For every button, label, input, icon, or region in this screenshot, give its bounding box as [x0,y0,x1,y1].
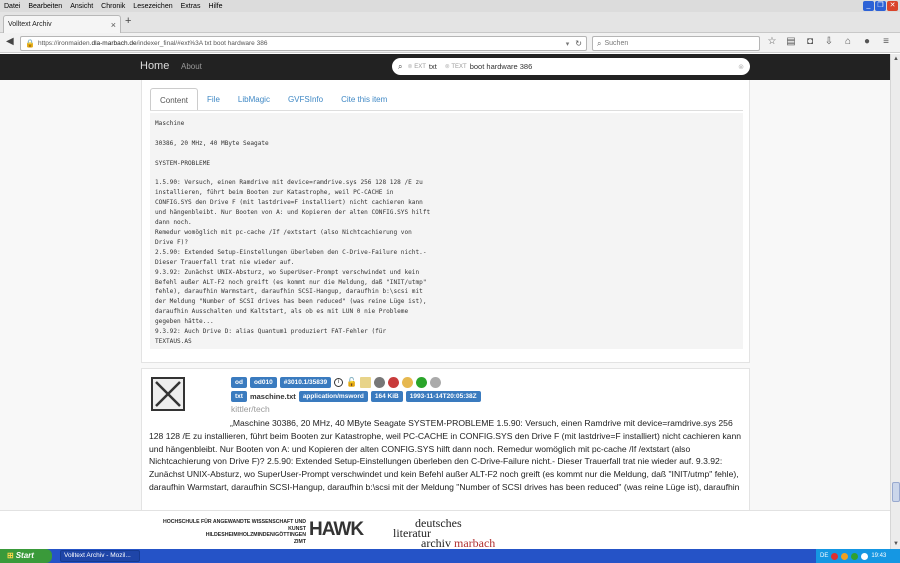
system-tray: DE 19:43 [816,549,900,563]
close-window-button[interactable]: ✕ [887,1,898,11]
scroll-up-icon[interactable]: ▲ [892,55,900,63]
hawk-text: HOCHSCHULE FÜR ANGEWANDTE WISSENSCHAFT U… [162,519,306,545]
browser-tab-title: Volltext Archiv [8,21,52,28]
menu-ansicht[interactable]: Ansicht [66,3,97,10]
menu-extras[interactable]: Extras [177,3,205,10]
minimize-button[interactable]: _ [863,1,874,11]
result-snippet: „Maschine 30386, 20 MHz, 40 MByte Seagat… [149,418,742,492]
home-icon[interactable]: ⌂ [842,36,854,47]
mime-label[interactable]: application/msword [298,391,368,402]
start-button[interactable]: ⊞ Start [0,549,52,563]
filename[interactable]: maschine.txt [250,392,296,401]
date-label[interactable]: 1993-11-14T20:05:38Z [405,391,481,402]
subcollection-label[interactable]: od010 [249,377,277,388]
type-label[interactable]: txt [231,391,247,402]
menu-datei[interactable]: Datei [0,3,24,10]
toolbar-icons: ☆ ▤ ◘ ⇩ ⌂ ● ≡ [766,36,892,47]
result-item: od od010 #3010.1/35839 i 🔓 txt maschine.… [141,368,750,510]
menu-icon[interactable]: ≡ [880,36,892,47]
home-link[interactable]: Home [140,60,169,72]
warning-icon[interactable] [402,377,414,388]
browser-search-placeholder: Suchen [604,40,629,47]
browser-search-bar[interactable]: ⌕ Suchen [592,36,760,51]
file-thumbnail[interactable] [151,377,185,411]
scrollbar-thumb[interactable] [892,482,900,502]
main-content: Content File LibMagic GVFSInfo Cite this… [0,80,890,510]
tab-gvfsinfo[interactable]: GVFSInfo [279,88,332,111]
page-scrollbar[interactable]: ▲ ▼ [890,54,900,549]
lock-icon: 🔒 [25,39,35,48]
signature-label[interactable]: #3010.1/35839 [279,377,332,388]
disk-icon[interactable] [374,377,386,388]
hawk-logo[interactable]: HAWK [309,519,364,541]
site-footer: HOCHSCHULE FÜR ANGEWANDTE WISSENSCHAFT U… [0,510,890,550]
tab-close-icon[interactable]: × [111,20,116,30]
ext-token-value[interactable]: txt [429,62,437,71]
scroll-down-icon[interactable]: ▼ [892,540,900,548]
tray-network-icon[interactable] [851,552,859,560]
result-meta-row-1: od od010 #3010.1/35839 i 🔓 [231,377,442,388]
tray-firefox-icon[interactable] [831,552,839,560]
url-dropdown-icon[interactable]: ▾ [566,40,570,48]
tab-divider [150,110,743,111]
clock: 19:43 [871,553,887,559]
menu-chronik[interactable]: Chronik [97,3,129,10]
query-search-box[interactable]: ⌕ ⊗ EXT txt ⊗ TEXT boot hardware 386 ⊗ [392,58,750,75]
tab-content[interactable]: Content [150,88,199,111]
pocket-icon[interactable]: ◘ [804,36,816,47]
url-text: https://ironmaiden.dla-marbach.de/indexe… [37,40,268,47]
result-meta-row-2: txt maschine.txt application/msword 164 … [231,391,481,402]
tray-volume-icon[interactable] [861,552,869,560]
tab-libmagic[interactable]: LibMagic [229,88,279,111]
clear-query-icon[interactable]: ⊗ [738,63,744,71]
navigation-bar: ◀ 🔒 https://ironmaiden.dla-marbach.de/in… [0,33,900,53]
reading-list-icon[interactable]: ▤ [785,36,797,47]
document-content-text: Maschine 30386, 20 MHz, 40 MByte Seagate… [150,113,743,349]
status-ok-icon[interactable] [416,377,428,388]
maximize-button[interactable]: ❐ [875,1,886,11]
tab-file[interactable]: File [198,88,229,111]
tray-shield-icon[interactable] [841,552,849,560]
result-path: kittler/tech [231,404,270,414]
settings-icon[interactable] [430,377,442,388]
download-icon[interactable]: ⇩ [823,36,835,47]
document-tabs: Content File LibMagic GVFSInfo Cite this… [150,88,396,111]
unlock-icon[interactable]: 🔓 [346,377,357,388]
stop-icon[interactable] [388,377,400,388]
url-bar[interactable]: 🔒 https://ironmaiden.dla-marbach.de/inde… [20,36,587,51]
text-token-label: ⊗ TEXT [444,64,467,70]
taskbar-firefox-window[interactable]: Volltext Archiv - Mozil... [60,550,140,562]
about-link[interactable]: About [181,62,202,71]
search-icon: ⌕ [597,38,602,48]
menu-bearbeiten[interactable]: Bearbeiten [24,3,66,10]
document-icon[interactable] [360,377,372,388]
menu-hilfe[interactable]: Hilfe [204,3,226,10]
bookmark-star-icon[interactable]: ☆ [766,36,778,47]
ext-token-label: ⊗ EXT [407,64,426,70]
size-label[interactable]: 164 KiB [370,391,403,402]
search-icon: ⌕ [398,61,403,71]
back-icon[interactable]: ◀ [6,36,14,47]
new-tab-button[interactable]: + [125,15,131,27]
chat-icon[interactable]: ● [861,36,873,47]
menu-bar: Datei Bearbeiten Ansicht Chronik Lesezei… [0,0,900,12]
windows-taskbar: ⊞ Start Volltext Archiv - Mozil... DE 19:… [0,549,900,563]
collection-label[interactable]: od [231,377,247,388]
window-controls: _ ❐ ✕ [863,1,898,11]
language-indicator[interactable]: DE [820,553,828,559]
menu-lesezeichen[interactable]: Lesezeichen [129,3,176,10]
reload-icon[interactable]: ↻ [575,39,582,48]
tab-cite[interactable]: Cite this item [332,88,396,111]
document-panel: Content File LibMagic GVFSInfo Cite this… [141,80,750,363]
info-icon[interactable]: i [334,378,344,387]
browser-tab[interactable]: Volltext Archiv × [3,15,121,33]
site-navbar: Home About ⌕ ⊗ EXT txt ⊗ TEXT boot hardw… [0,54,890,80]
text-token-value[interactable]: boot hardware 386 [470,62,533,71]
tab-bar: Volltext Archiv × + [0,12,900,33]
windows-flag-icon: ⊞ [7,551,14,560]
